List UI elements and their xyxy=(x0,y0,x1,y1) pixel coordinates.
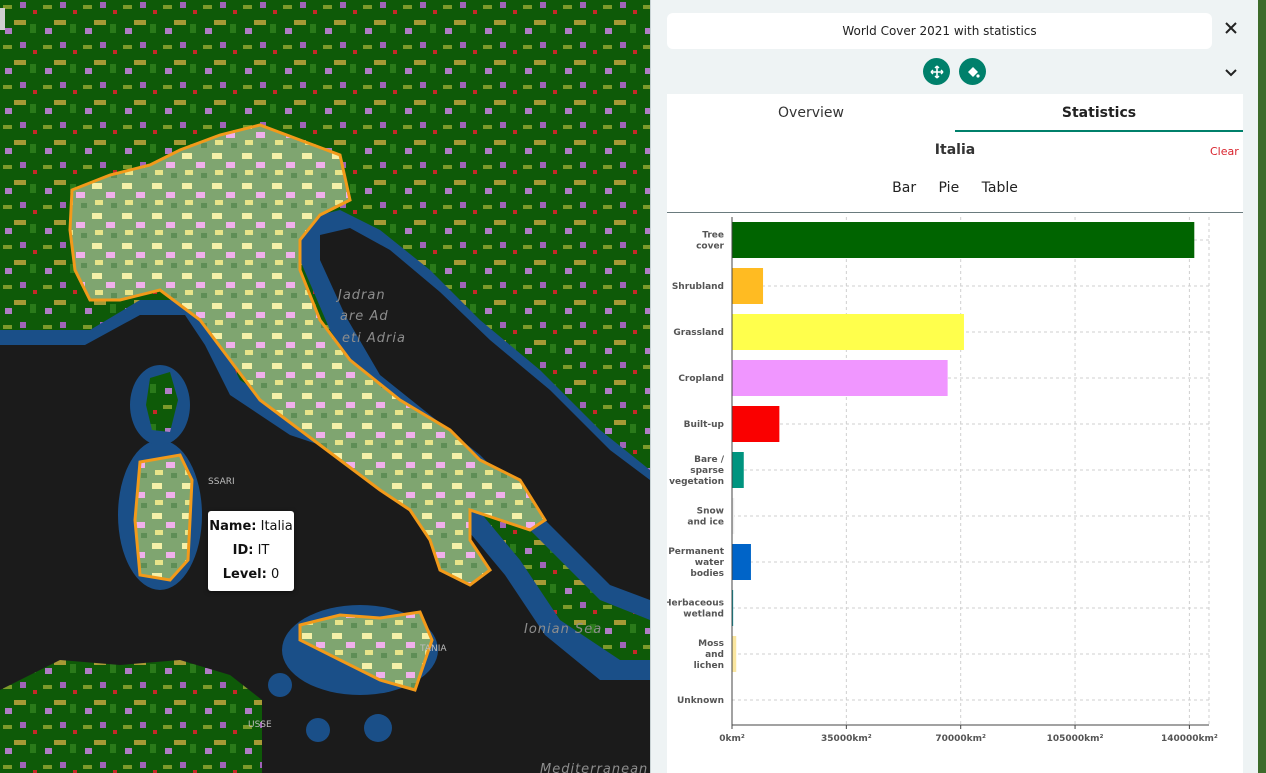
tab-bar: Overview Statistics xyxy=(667,94,1243,132)
sea-label: Ionian Sea xyxy=(524,622,603,637)
bar xyxy=(732,452,744,488)
city-label: TANIA xyxy=(420,644,447,654)
chevron-down-icon xyxy=(1225,69,1237,77)
view-pie-button[interactable]: Pie xyxy=(939,180,960,196)
category-label: Built-up xyxy=(684,420,725,430)
category-label: Moss xyxy=(698,639,724,649)
close-button[interactable] xyxy=(1219,18,1243,42)
panel-title-text: World Cover 2021 with statistics xyxy=(842,24,1037,38)
world-cover-map[interactable] xyxy=(0,0,650,773)
tooltip-id-label: ID: xyxy=(232,543,254,558)
category-label: bodies xyxy=(690,569,724,579)
tab-statistics[interactable]: Statistics xyxy=(955,94,1243,132)
city-label: USSE xyxy=(248,720,272,730)
close-icon xyxy=(1225,22,1237,34)
statistics-panel: World Cover 2021 with statistics Overvie… xyxy=(650,0,1258,773)
category-label: Cropland xyxy=(678,374,724,384)
city-label: SSARI xyxy=(208,477,235,487)
panel-title: World Cover 2021 with statistics xyxy=(667,13,1212,49)
collapse-button[interactable] xyxy=(1221,62,1241,82)
category-label: Shrubland xyxy=(672,282,724,292)
tooltip-level-label: Level: xyxy=(222,567,267,582)
x-tick-label: 105000km² xyxy=(1047,734,1104,744)
region-title: Italia xyxy=(934,142,976,158)
bar xyxy=(732,268,764,304)
tooltip-id-value: IT xyxy=(257,543,270,558)
panel-content: Overview Statistics Italia Clear Bar Pie… xyxy=(667,94,1243,773)
bar xyxy=(732,314,964,350)
category-label: wetland xyxy=(683,610,724,620)
bar xyxy=(732,222,1195,258)
x-tick-label: 0km² xyxy=(719,734,745,744)
paint-bucket-icon xyxy=(967,66,980,78)
category-label: and ice xyxy=(687,518,724,528)
region-tooltip: Name: Italia ID: IT Level: 0 xyxy=(208,511,294,591)
sea-label: are Ad xyxy=(340,309,389,324)
category-label: Tree xyxy=(702,231,724,241)
x-tick-label: 140000km² xyxy=(1161,734,1218,744)
style-button[interactable] xyxy=(959,58,986,85)
category-label: Bare / xyxy=(694,455,725,465)
category-label: cover xyxy=(696,242,724,252)
category-label: Grassland xyxy=(673,328,724,338)
bar-chart: Treecover Shrubland Grassland Cropland Built… xyxy=(667,217,1218,744)
bar xyxy=(732,544,751,580)
category-label: Herbaceous xyxy=(667,599,724,609)
chart-view-switch: Bar Pie Table xyxy=(667,180,1243,196)
x-tick-label: 70000km² xyxy=(935,734,986,744)
tooltip-name-label: Name: xyxy=(209,519,257,534)
category-label: Unknown xyxy=(677,696,724,706)
category-label: Snow xyxy=(697,507,724,517)
category-label: sparse xyxy=(690,466,724,476)
x-tick-label: 35000km² xyxy=(821,734,872,744)
bar xyxy=(732,406,780,442)
category-label: and xyxy=(705,650,724,660)
tooltip-level-value: 0 xyxy=(270,567,280,582)
sea-label: Mediterranean xyxy=(540,762,649,773)
view-table-button[interactable]: Table xyxy=(982,180,1018,196)
map-edge-strip xyxy=(1258,0,1266,773)
bar xyxy=(732,636,737,672)
category-label: water xyxy=(695,558,725,568)
sea-label: Jadran xyxy=(338,288,386,303)
view-bar-button[interactable]: Bar xyxy=(892,180,916,196)
move-icon xyxy=(930,65,943,78)
category-label: lichen xyxy=(694,661,724,671)
tooltip-name-value: Italia xyxy=(260,519,293,534)
sea-label: eti Adria xyxy=(342,331,406,346)
category-label: vegetation xyxy=(669,477,724,487)
map-view[interactable]: Jadran are Ad eti Adria Ionian Sea Medit… xyxy=(0,0,650,773)
category-label: Permanent xyxy=(668,547,725,557)
move-button[interactable] xyxy=(923,58,950,85)
bar xyxy=(732,360,948,396)
clear-button[interactable]: Clear xyxy=(1210,145,1239,158)
tab-overview[interactable]: Overview xyxy=(667,94,955,132)
